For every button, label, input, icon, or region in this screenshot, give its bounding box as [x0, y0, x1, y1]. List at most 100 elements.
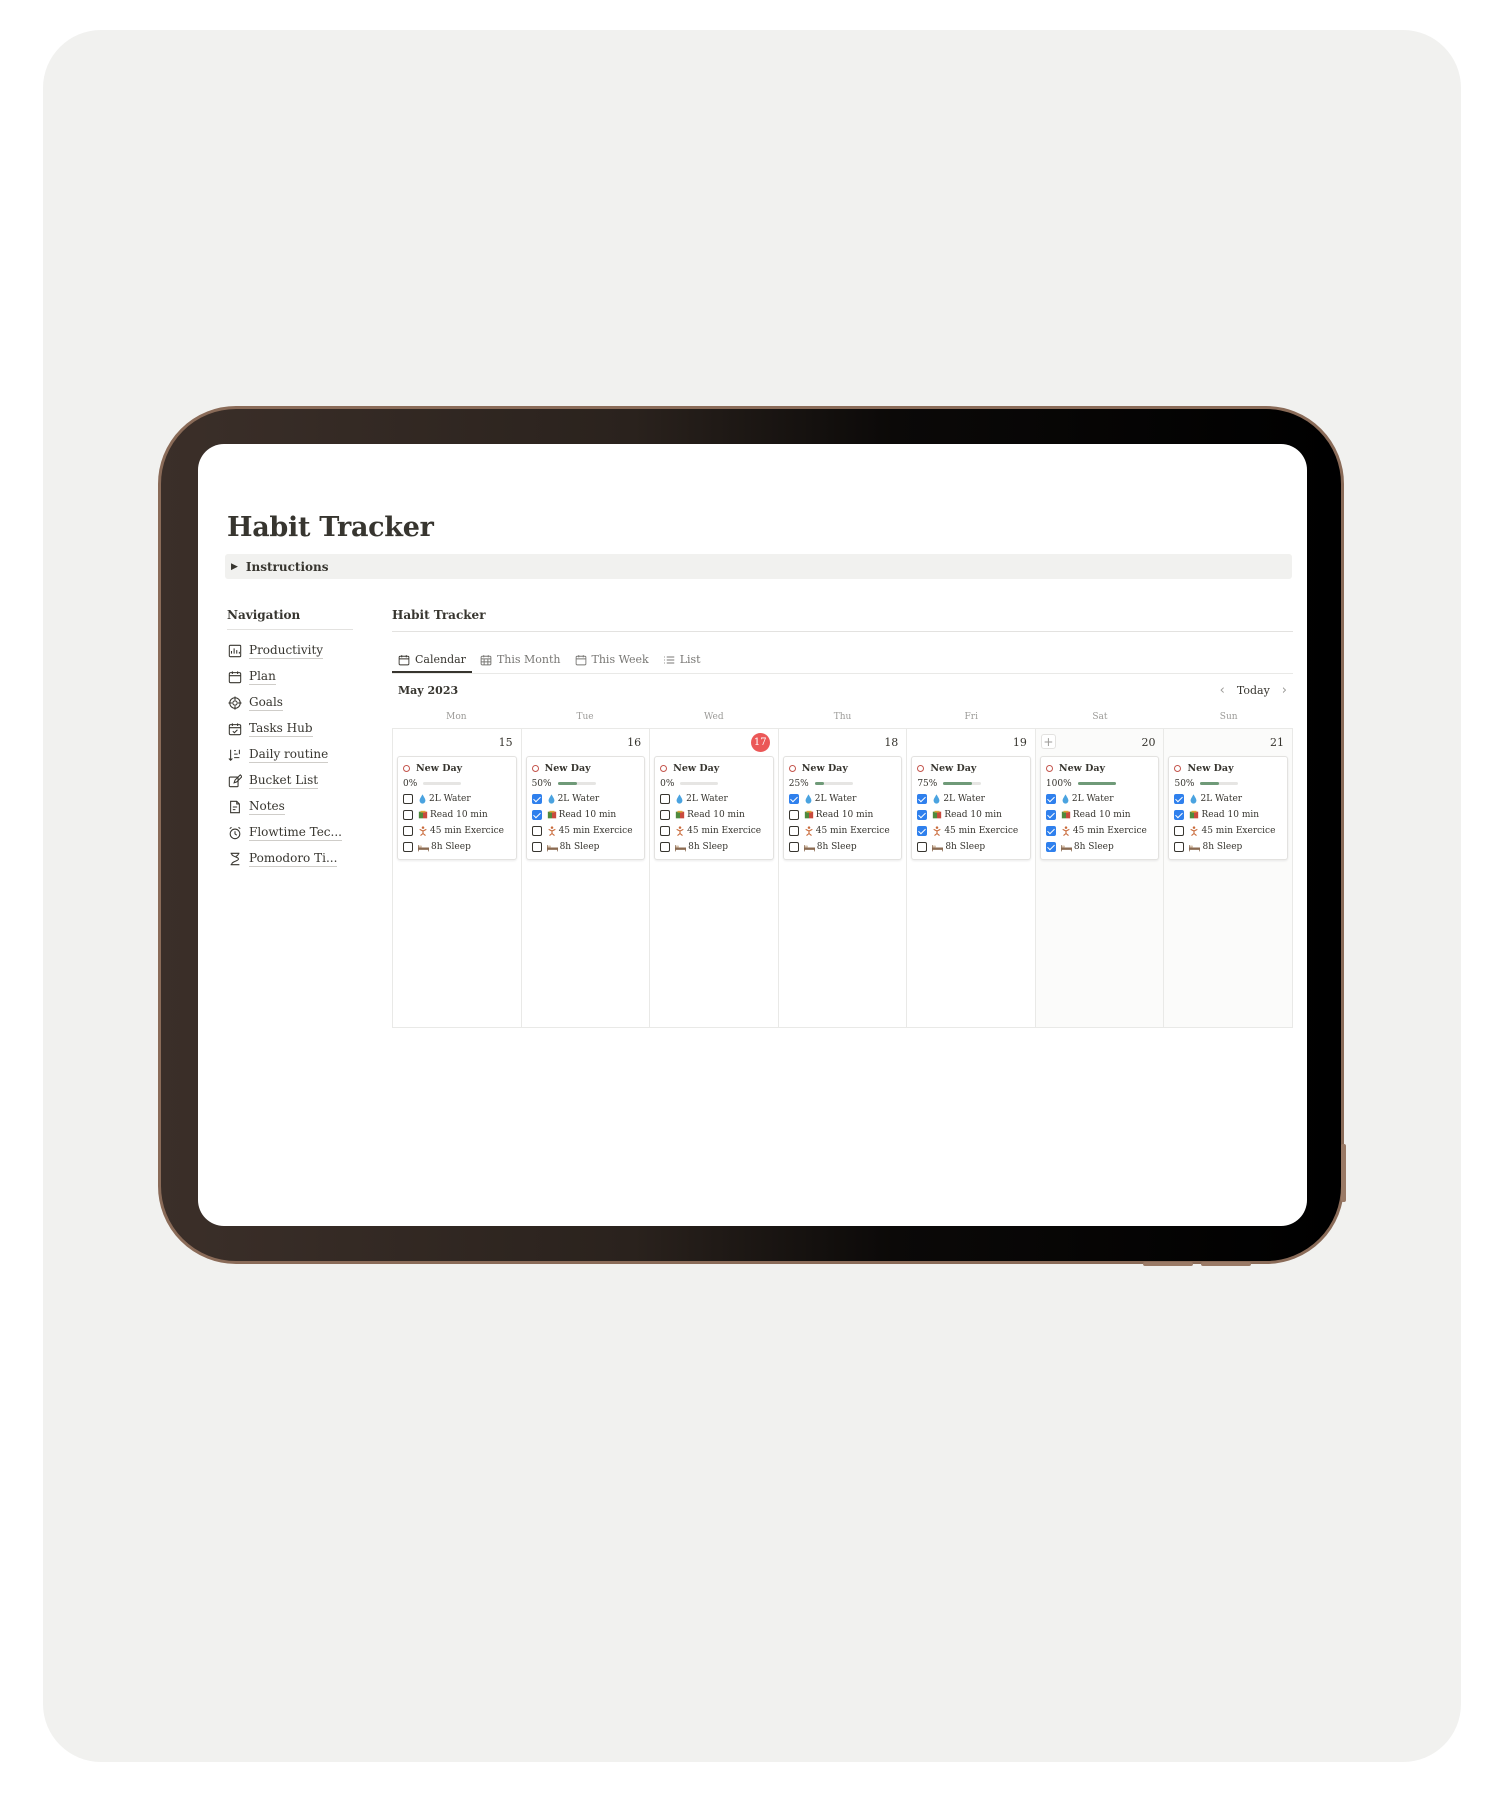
- calendar-day-cell[interactable]: 19 New Day 75% 2L Water Read 10 min 45 min Ex…: [907, 729, 1036, 1028]
- nav-item[interactable]: Plan: [227, 664, 353, 690]
- habit-row: Read 10 min: [788, 807, 897, 823]
- book-icon: [932, 810, 942, 820]
- chevron-right-icon[interactable]: ›: [1282, 683, 1287, 698]
- habit-checkbox[interactable]: [403, 810, 413, 820]
- calendar-day-cell[interactable]: +20 New Day 100% 2L Water Read 10 min 45 min …: [1035, 729, 1165, 1028]
- progress-row: 0%: [660, 776, 768, 791]
- habit-checkbox[interactable]: [531, 826, 542, 836]
- progress-bar: [680, 782, 719, 785]
- habit-checkbox[interactable]: [788, 794, 799, 804]
- nav-item[interactable]: Bucket List: [227, 768, 353, 794]
- habit-checkbox[interactable]: [1174, 794, 1185, 804]
- habit-checkbox[interactable]: [531, 794, 542, 804]
- habit-checkbox[interactable]: [1174, 826, 1185, 836]
- entry-title-text: New Day: [1187, 762, 1234, 774]
- entry-title-text: New Day: [930, 762, 977, 774]
- entry-title: New Day: [1174, 760, 1282, 776]
- nav-item[interactable]: Goals: [227, 690, 353, 716]
- day-entry-card[interactable]: New Day 25% 2L Water Read 10 min 45 min Exer…: [782, 756, 903, 860]
- target-icon: [227, 695, 243, 711]
- habit-checkbox[interactable]: [660, 826, 671, 836]
- progress-bar: [423, 782, 462, 785]
- progress-row: 50%: [532, 776, 640, 791]
- habit-row: Read 10 min: [403, 807, 511, 823]
- nav-item[interactable]: Flowtime Tec...: [227, 820, 353, 846]
- day-entry-card[interactable]: New Day 0% 2L Water Read 10 min 45 min Exerc…: [654, 756, 774, 860]
- calendar-check-icon: [227, 721, 243, 737]
- nav-item[interactable]: Productivity: [227, 638, 353, 664]
- habit-checkbox[interactable]: [1045, 794, 1056, 804]
- progress-percent: 75%: [917, 778, 938, 789]
- progress-bar-fill: [1200, 782, 1220, 785]
- habit-checkbox[interactable]: [1174, 842, 1185, 852]
- habit-checkbox[interactable]: [917, 826, 928, 836]
- habit-checkbox[interactable]: [660, 810, 671, 820]
- habit-label: 2L Water: [686, 794, 728, 804]
- day-number: 15: [498, 735, 513, 749]
- view-tab[interactable]: Calendar: [392, 653, 472, 673]
- nav-item[interactable]: Pomodoro Ti...: [227, 846, 353, 872]
- tablet-side-button: [1341, 1144, 1346, 1202]
- calendar-day-cell[interactable]: 18 New Day 25% 2L Water Read 10 min 45 min Ex…: [778, 729, 908, 1028]
- habit-row: 2L Water: [531, 791, 640, 807]
- progress-bar: [943, 782, 982, 785]
- day-number-row: 15: [397, 732, 517, 752]
- progress-bar: [1200, 782, 1239, 785]
- habit-checkbox[interactable]: [531, 810, 542, 820]
- nav-item[interactable]: Daily routine: [227, 742, 353, 768]
- nav-item-label: Tasks Hub: [249, 721, 313, 737]
- habit-checkbox[interactable]: [917, 810, 928, 820]
- habit-checkbox[interactable]: [403, 794, 413, 804]
- habit-checkbox[interactable]: [1045, 810, 1056, 820]
- day-entry-card[interactable]: New Day 75% 2L Water Read 10 min 45 min Exer…: [911, 756, 1031, 860]
- nav-item-label: Flowtime Tec...: [249, 825, 342, 841]
- day-entry-card[interactable]: New Day 50% 2L Water Read 10 min 45 min Exer…: [1168, 756, 1289, 860]
- add-entry-button[interactable]: +: [1040, 734, 1056, 749]
- habit-checkbox[interactable]: [1174, 810, 1185, 820]
- calendar-day-cell[interactable]: 21 New Day 50% 2L Water Read 10 min 45 min Ex…: [1164, 729, 1294, 1028]
- habit-checkbox[interactable]: [531, 842, 542, 852]
- habit-checkbox[interactable]: [788, 810, 799, 820]
- today-button[interactable]: Today: [1237, 684, 1270, 697]
- calendar-day-cell[interactable]: 15 New Day 0% 2L Water Read 10 min 45 min Exe…: [393, 729, 522, 1028]
- habit-label: Read 10 min: [430, 810, 488, 820]
- habit-checkbox[interactable]: [403, 826, 413, 836]
- habit-checkbox[interactable]: [403, 842, 413, 852]
- instructions-toggle[interactable]: ▶ Instructions: [225, 554, 1292, 579]
- habit-checkbox[interactable]: [788, 842, 799, 852]
- habit-row: Read 10 min: [1045, 807, 1154, 823]
- chevron-left-icon[interactable]: ‹: [1220, 683, 1225, 698]
- nav-item[interactable]: Notes: [227, 794, 353, 820]
- habit-row: 2L Water: [660, 791, 768, 807]
- exercise-icon: [675, 826, 685, 836]
- view-tab[interactable]: This Month: [474, 653, 567, 673]
- entry-title-text: New Day: [544, 762, 591, 774]
- calendar-day-cell[interactable]: 17 New Day 0% 2L Water Read 10 min 45 min Exe…: [650, 729, 779, 1028]
- habit-checkbox[interactable]: [1045, 826, 1056, 836]
- grid-calendar-icon: [480, 654, 492, 666]
- view-tab[interactable]: List: [657, 653, 707, 673]
- view-tab[interactable]: This Week: [569, 653, 655, 673]
- habit-checkbox[interactable]: [917, 794, 928, 804]
- habit-checkbox[interactable]: [917, 842, 928, 852]
- chart-icon: [227, 643, 243, 659]
- habit-label: Read 10 min: [815, 810, 874, 820]
- calendar-day-cell[interactable]: 16 New Day 50% 2L Water Read 10 min 45 min Ex…: [521, 729, 651, 1028]
- nav-item[interactable]: Tasks Hub: [227, 716, 353, 742]
- habit-checkbox[interactable]: [660, 842, 671, 852]
- habit-checkbox[interactable]: [788, 826, 799, 836]
- app-screen: Habit Tracker ▶ Instructions Navigation …: [198, 444, 1307, 1226]
- day-number: 20: [1141, 735, 1156, 749]
- day-entry-card[interactable]: New Day 100% 2L Water Read 10 min 45 min Exe…: [1039, 756, 1160, 860]
- habit-checkbox[interactable]: [1045, 842, 1056, 852]
- habit-label: 2L Water: [1071, 794, 1114, 804]
- day-entry-card[interactable]: New Day 0% 2L Water Read 10 min 45 min Exerc…: [397, 756, 517, 860]
- exercise-icon: [547, 826, 557, 836]
- book-icon: [418, 810, 428, 820]
- bed-icon: [1060, 843, 1072, 852]
- day-entry-card[interactable]: New Day 50% 2L Water Read 10 min 45 min Exer…: [525, 756, 646, 860]
- habit-label: 45 min Exercice: [1072, 826, 1147, 836]
- nav-item-label: Daily routine: [249, 747, 329, 763]
- habit-row: Read 10 min: [1174, 807, 1282, 823]
- habit-checkbox[interactable]: [660, 794, 671, 804]
